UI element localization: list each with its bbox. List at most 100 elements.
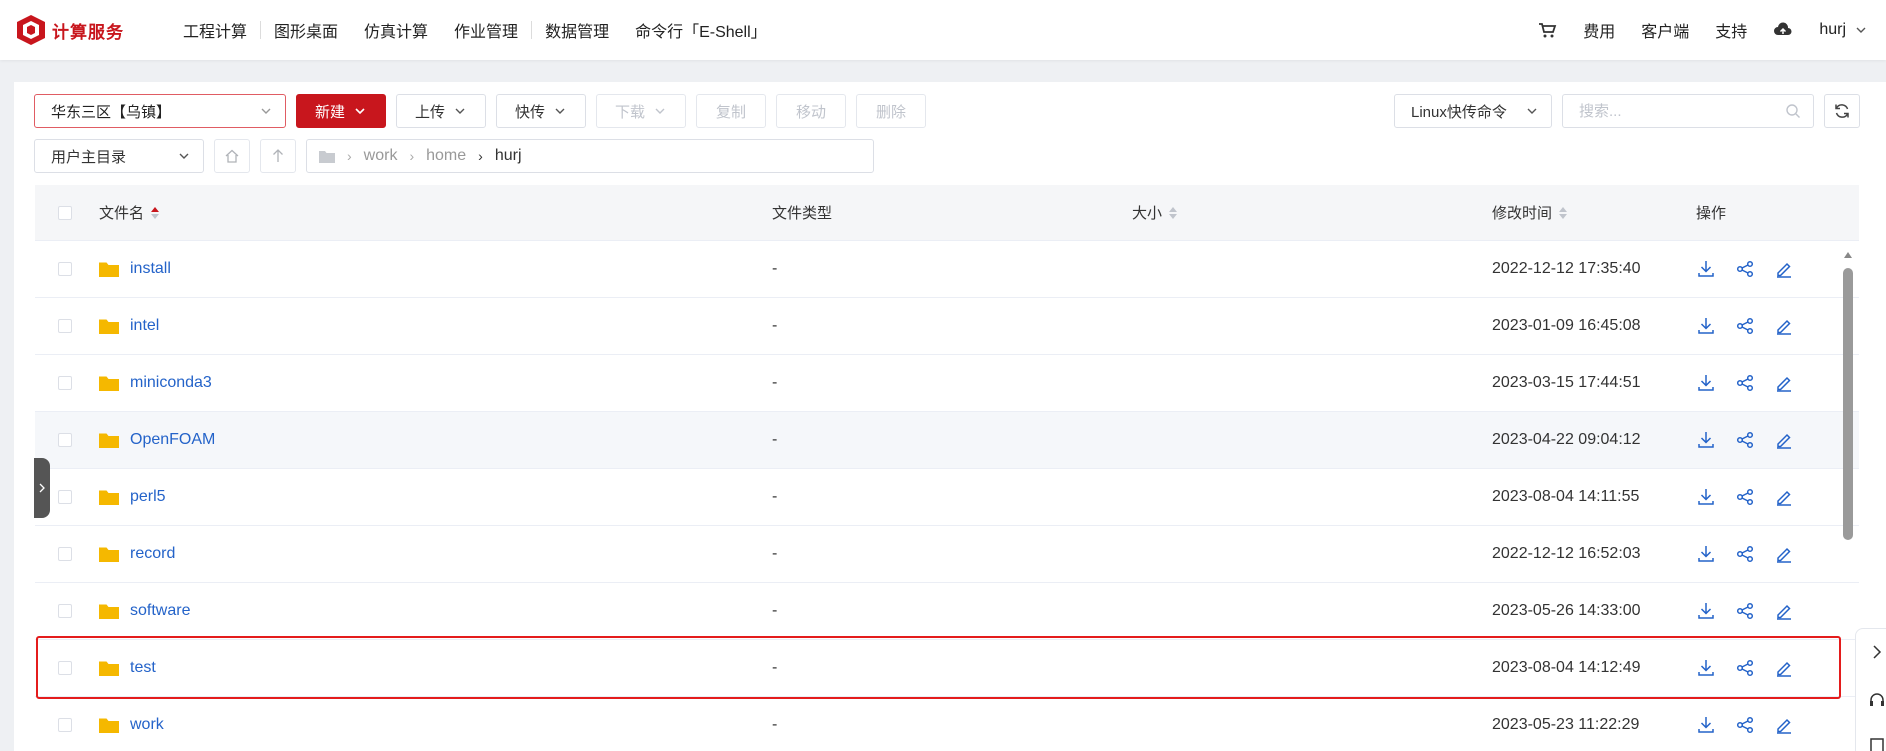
table-row[interactable]: perl5 - 2023-08-04 14:11:55 (35, 469, 1859, 526)
file-name-link[interactable]: test (130, 659, 156, 677)
home-button[interactable] (214, 139, 250, 173)
refresh-button[interactable] (1824, 94, 1860, 128)
file-type: - (772, 602, 778, 619)
row-checkbox[interactable] (58, 490, 72, 504)
edit-icon[interactable] (1774, 487, 1794, 507)
select-all-checkbox[interactable] (58, 205, 72, 220)
edit-icon[interactable] (1774, 658, 1794, 678)
breadcrumb-item-home[interactable]: home (426, 147, 466, 165)
row-checkbox[interactable] (58, 433, 72, 447)
move-button[interactable]: 移动 (776, 94, 846, 128)
user-menu[interactable]: hurj (1819, 21, 1868, 39)
table-row[interactable]: OpenFOAM - 2023-04-22 09:04:12 (35, 412, 1859, 469)
share-icon[interactable] (1735, 658, 1755, 678)
share-icon[interactable] (1735, 544, 1755, 564)
nav-graphic-desktop[interactable]: 图形桌面 (261, 18, 351, 42)
breadcrumb-item-hurj: hurj (494, 147, 522, 164)
row-checkbox[interactable] (58, 604, 72, 618)
brand-logo[interactable]: 计算服务 (14, 13, 154, 47)
file-name-link[interactable]: record (130, 545, 175, 563)
header-size[interactable]: 大小 (1132, 202, 1492, 223)
file-name-link[interactable]: OpenFOAM (130, 431, 215, 449)
share-icon[interactable] (1735, 430, 1755, 450)
share-icon[interactable] (1735, 259, 1755, 279)
table-row[interactable]: work - 2023-05-23 11:22:29 (35, 697, 1859, 751)
file-type: - (772, 545, 778, 562)
file-type: - (772, 488, 778, 505)
row-checkbox[interactable] (58, 547, 72, 561)
client-link[interactable]: 客户端 (1641, 18, 1689, 42)
row-checkbox[interactable] (58, 319, 72, 333)
cloud-button[interactable] (1773, 20, 1793, 40)
share-icon[interactable] (1735, 373, 1755, 393)
breadcrumb-item-work[interactable]: work (364, 147, 398, 165)
table-row[interactable]: install - 2022-12-12 17:35:40 (35, 241, 1859, 298)
edit-icon[interactable] (1774, 259, 1794, 279)
search-input[interactable] (1579, 102, 1769, 120)
edit-icon[interactable] (1774, 715, 1794, 735)
file-name-link[interactable]: intel (130, 317, 159, 335)
share-icon[interactable] (1735, 487, 1755, 507)
sidebar-toggle[interactable] (34, 458, 50, 518)
table-row[interactable]: record - 2022-12-12 16:52:03 (35, 526, 1859, 583)
nav-job-management[interactable]: 作业管理 (441, 18, 531, 42)
table-row[interactable]: software - 2023-05-26 14:33:00 (35, 583, 1859, 640)
fees-link[interactable]: 费用 (1583, 18, 1615, 42)
fast-transfer-button[interactable]: 快传 (496, 94, 586, 128)
nav-engineering-compute[interactable]: 工程计算 (170, 18, 260, 42)
directory-select[interactable]: 用户主目录 (34, 139, 204, 173)
download-icon[interactable] (1696, 316, 1716, 336)
header-name[interactable]: 文件名 (95, 202, 772, 223)
table-row[interactable]: intel - 2023-01-09 16:45:08 (35, 298, 1859, 355)
scrollbar-thumb[interactable] (1843, 268, 1853, 540)
file-name-link[interactable]: work (130, 716, 164, 734)
download-icon[interactable] (1696, 430, 1716, 450)
search-icon[interactable] (1785, 103, 1801, 119)
support-link[interactable]: 支持 (1715, 18, 1747, 42)
download-icon[interactable] (1696, 259, 1716, 279)
new-button[interactable]: 新建 (296, 94, 386, 128)
share-icon[interactable] (1735, 715, 1755, 735)
file-name-link[interactable]: software (130, 602, 190, 620)
download-icon[interactable] (1696, 487, 1716, 507)
download-icon[interactable] (1696, 715, 1716, 735)
download-button[interactable]: 下载 (596, 94, 686, 128)
chevron-right-icon[interactable] (1868, 643, 1886, 661)
document-icon[interactable] (1868, 737, 1886, 751)
share-icon[interactable] (1735, 601, 1755, 621)
download-icon[interactable] (1696, 601, 1716, 621)
upload-button[interactable]: 上传 (396, 94, 486, 128)
download-label: 下载 (614, 103, 645, 121)
headset-icon[interactable] (1868, 691, 1886, 709)
download-icon[interactable] (1696, 373, 1716, 393)
file-name-link[interactable]: install (130, 260, 171, 278)
edit-icon[interactable] (1774, 373, 1794, 393)
delete-button[interactable]: 删除 (856, 94, 926, 128)
cart-button[interactable] (1537, 20, 1557, 40)
edit-icon[interactable] (1774, 316, 1794, 336)
table-row[interactable]: test - 2023-08-04 14:12:49 (35, 640, 1859, 697)
edit-icon[interactable] (1774, 430, 1794, 450)
nav-eshell[interactable]: 命令行「E-Shell」 (622, 18, 780, 42)
share-icon[interactable] (1735, 316, 1755, 336)
go-up-button[interactable] (260, 139, 296, 173)
copy-button[interactable]: 复制 (696, 94, 766, 128)
scroll-up-icon[interactable] (1843, 250, 1853, 260)
row-checkbox[interactable] (58, 376, 72, 390)
region-select[interactable]: 华东三区【乌镇】 (34, 94, 286, 128)
nav-data-management[interactable]: 数据管理 (532, 18, 622, 42)
row-checkbox[interactable] (58, 262, 72, 276)
edit-icon[interactable] (1774, 544, 1794, 564)
row-checkbox[interactable] (58, 661, 72, 675)
edit-icon[interactable] (1774, 601, 1794, 621)
row-checkbox[interactable] (58, 718, 72, 732)
cloud-upload-icon (1774, 22, 1792, 35)
table-row[interactable]: miniconda3 - 2023-03-15 17:44:51 (35, 355, 1859, 412)
header-mtime[interactable]: 修改时间 (1492, 202, 1696, 223)
linux-command-select[interactable]: Linux快传命令 (1394, 94, 1552, 128)
file-name-link[interactable]: perl5 (130, 488, 166, 506)
download-icon[interactable] (1696, 544, 1716, 564)
file-name-link[interactable]: miniconda3 (130, 374, 212, 392)
nav-simulation[interactable]: 仿真计算 (351, 18, 441, 42)
download-icon[interactable] (1696, 658, 1716, 678)
